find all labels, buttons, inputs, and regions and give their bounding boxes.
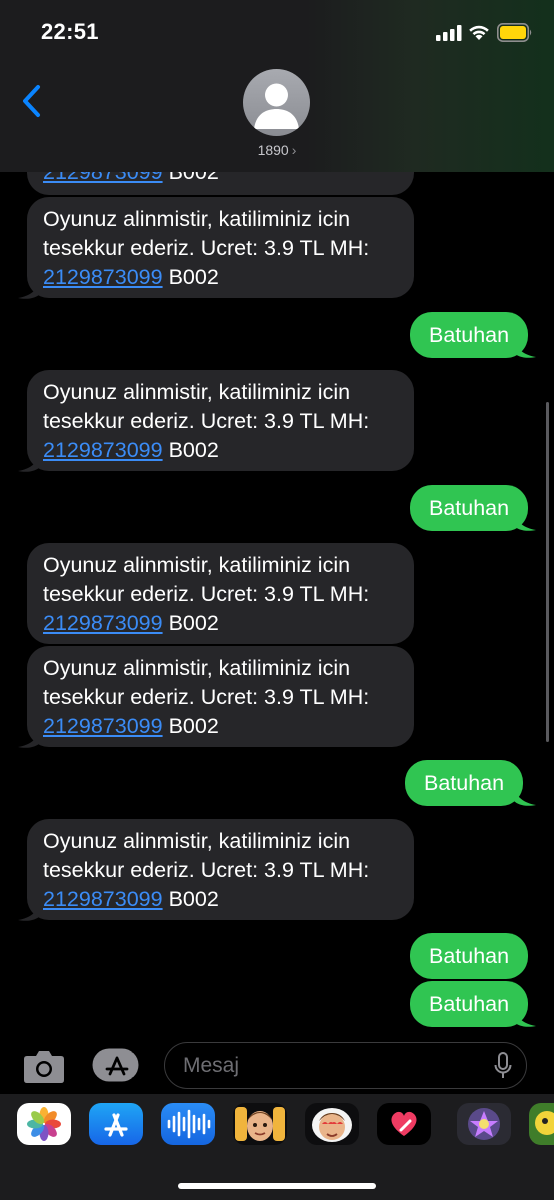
clock: 22:51 [41,19,99,44]
wifi-icon [469,25,489,40]
phone-link[interactable]: 2129873099 [43,438,163,462]
message-text: Oyunuz alinmistir, katiliminiz icin tese… [43,207,370,260]
scroll-indicator[interactable] [546,402,549,742]
message-bubble-incoming[interactable]: Oyunuz alinmistir, katiliminiz icin tese… [27,370,414,471]
message-code: B002 [168,265,219,289]
conversation-header: 22:51 1890 › [0,0,554,172]
message-bubble-outgoing[interactable]: Batuhan [410,933,529,979]
contact-avatar[interactable] [243,69,310,136]
memoji-stickers-icon[interactable] [305,1103,359,1145]
message-text: Batuhan [424,771,505,795]
phone-link[interactable]: 2129873099 [43,887,163,911]
message-text: Oyunuz alinmistir, katiliminiz icin tese… [43,380,370,433]
bubble-tail [514,339,536,358]
bubble-tail [18,280,40,299]
message-text: Oyunuz alinmistir, katiliminiz icin tese… [43,656,370,709]
memoji-icon[interactable] [233,1103,287,1145]
battery-icon [497,23,532,42]
game-app-icon-2[interactable] [529,1103,554,1145]
cellular-signal-icon [436,25,462,41]
message-bubble-outgoing[interactable]: Batuhan [410,981,529,1027]
home-indicator[interactable] [178,1183,376,1189]
message-text: Batuhan [429,992,510,1016]
bubble-tail [18,729,40,748]
message-text: Batuhan [429,323,510,347]
bubble-tail [514,512,536,531]
message-code: B002 [168,714,219,738]
phone-link[interactable]: 2129873099 [43,265,163,289]
status-bar: 22:51 [0,0,554,60]
chevron-right-icon: › [291,142,297,158]
camera-icon[interactable] [23,1048,65,1084]
phone-link[interactable]: 2129873099 [43,714,163,738]
message-code: B002 [168,611,219,635]
phone-link[interactable]: 2129873099 [43,611,163,635]
photos-app-icon[interactable] [17,1103,71,1145]
message-bubble-outgoing[interactable]: Batuhan [410,485,529,531]
message-placeholder: Mesaj [183,1054,240,1077]
message-bubble-incoming[interactable]: Oyunuz alinmistir, katiliminiz icin tese… [27,819,414,920]
message-bubble-incoming[interactable]: Oyunuz alinmistir, katiliminiz icin tese… [27,197,414,298]
contact-name[interactable]: 1890 › [0,142,554,158]
bubble-tail [514,1008,536,1027]
audio-message-icon[interactable] [161,1103,215,1145]
message-bubble-incoming[interactable]: Oyunuz alinmistir, katiliminiz icin tese… [27,646,414,747]
bubble-tail [18,453,40,472]
message-text: Batuhan [429,496,510,520]
bubble-tail [18,902,40,921]
message-bubble-incoming[interactable]: Oyunuz alinmistir, katiliminiz icin tese… [27,543,414,644]
message-code: B002 [168,438,219,462]
message-text: Oyunuz alinmistir, katiliminiz icin tese… [43,829,370,882]
app-store-icon[interactable] [89,1103,143,1145]
digital-touch-icon[interactable] [377,1103,431,1145]
bubble-tail [514,787,536,806]
message-bubble-outgoing[interactable]: Batuhan [410,312,529,358]
message-text: Batuhan [429,944,510,968]
message-input[interactable]: Mesaj [164,1042,527,1089]
microphone-icon[interactable] [494,1052,512,1080]
contact-number: 1890 [257,142,289,158]
game-app-icon[interactable] [457,1103,511,1145]
message-bubble-outgoing[interactable]: Batuhan [405,760,524,806]
back-chevron-icon[interactable] [20,84,44,118]
message-code: B002 [168,887,219,911]
app-store-apps-icon[interactable] [92,1048,142,1082]
person-silhouette-icon [254,83,299,129]
message-text: Oyunuz alinmistir, katiliminiz icin tese… [43,553,370,606]
